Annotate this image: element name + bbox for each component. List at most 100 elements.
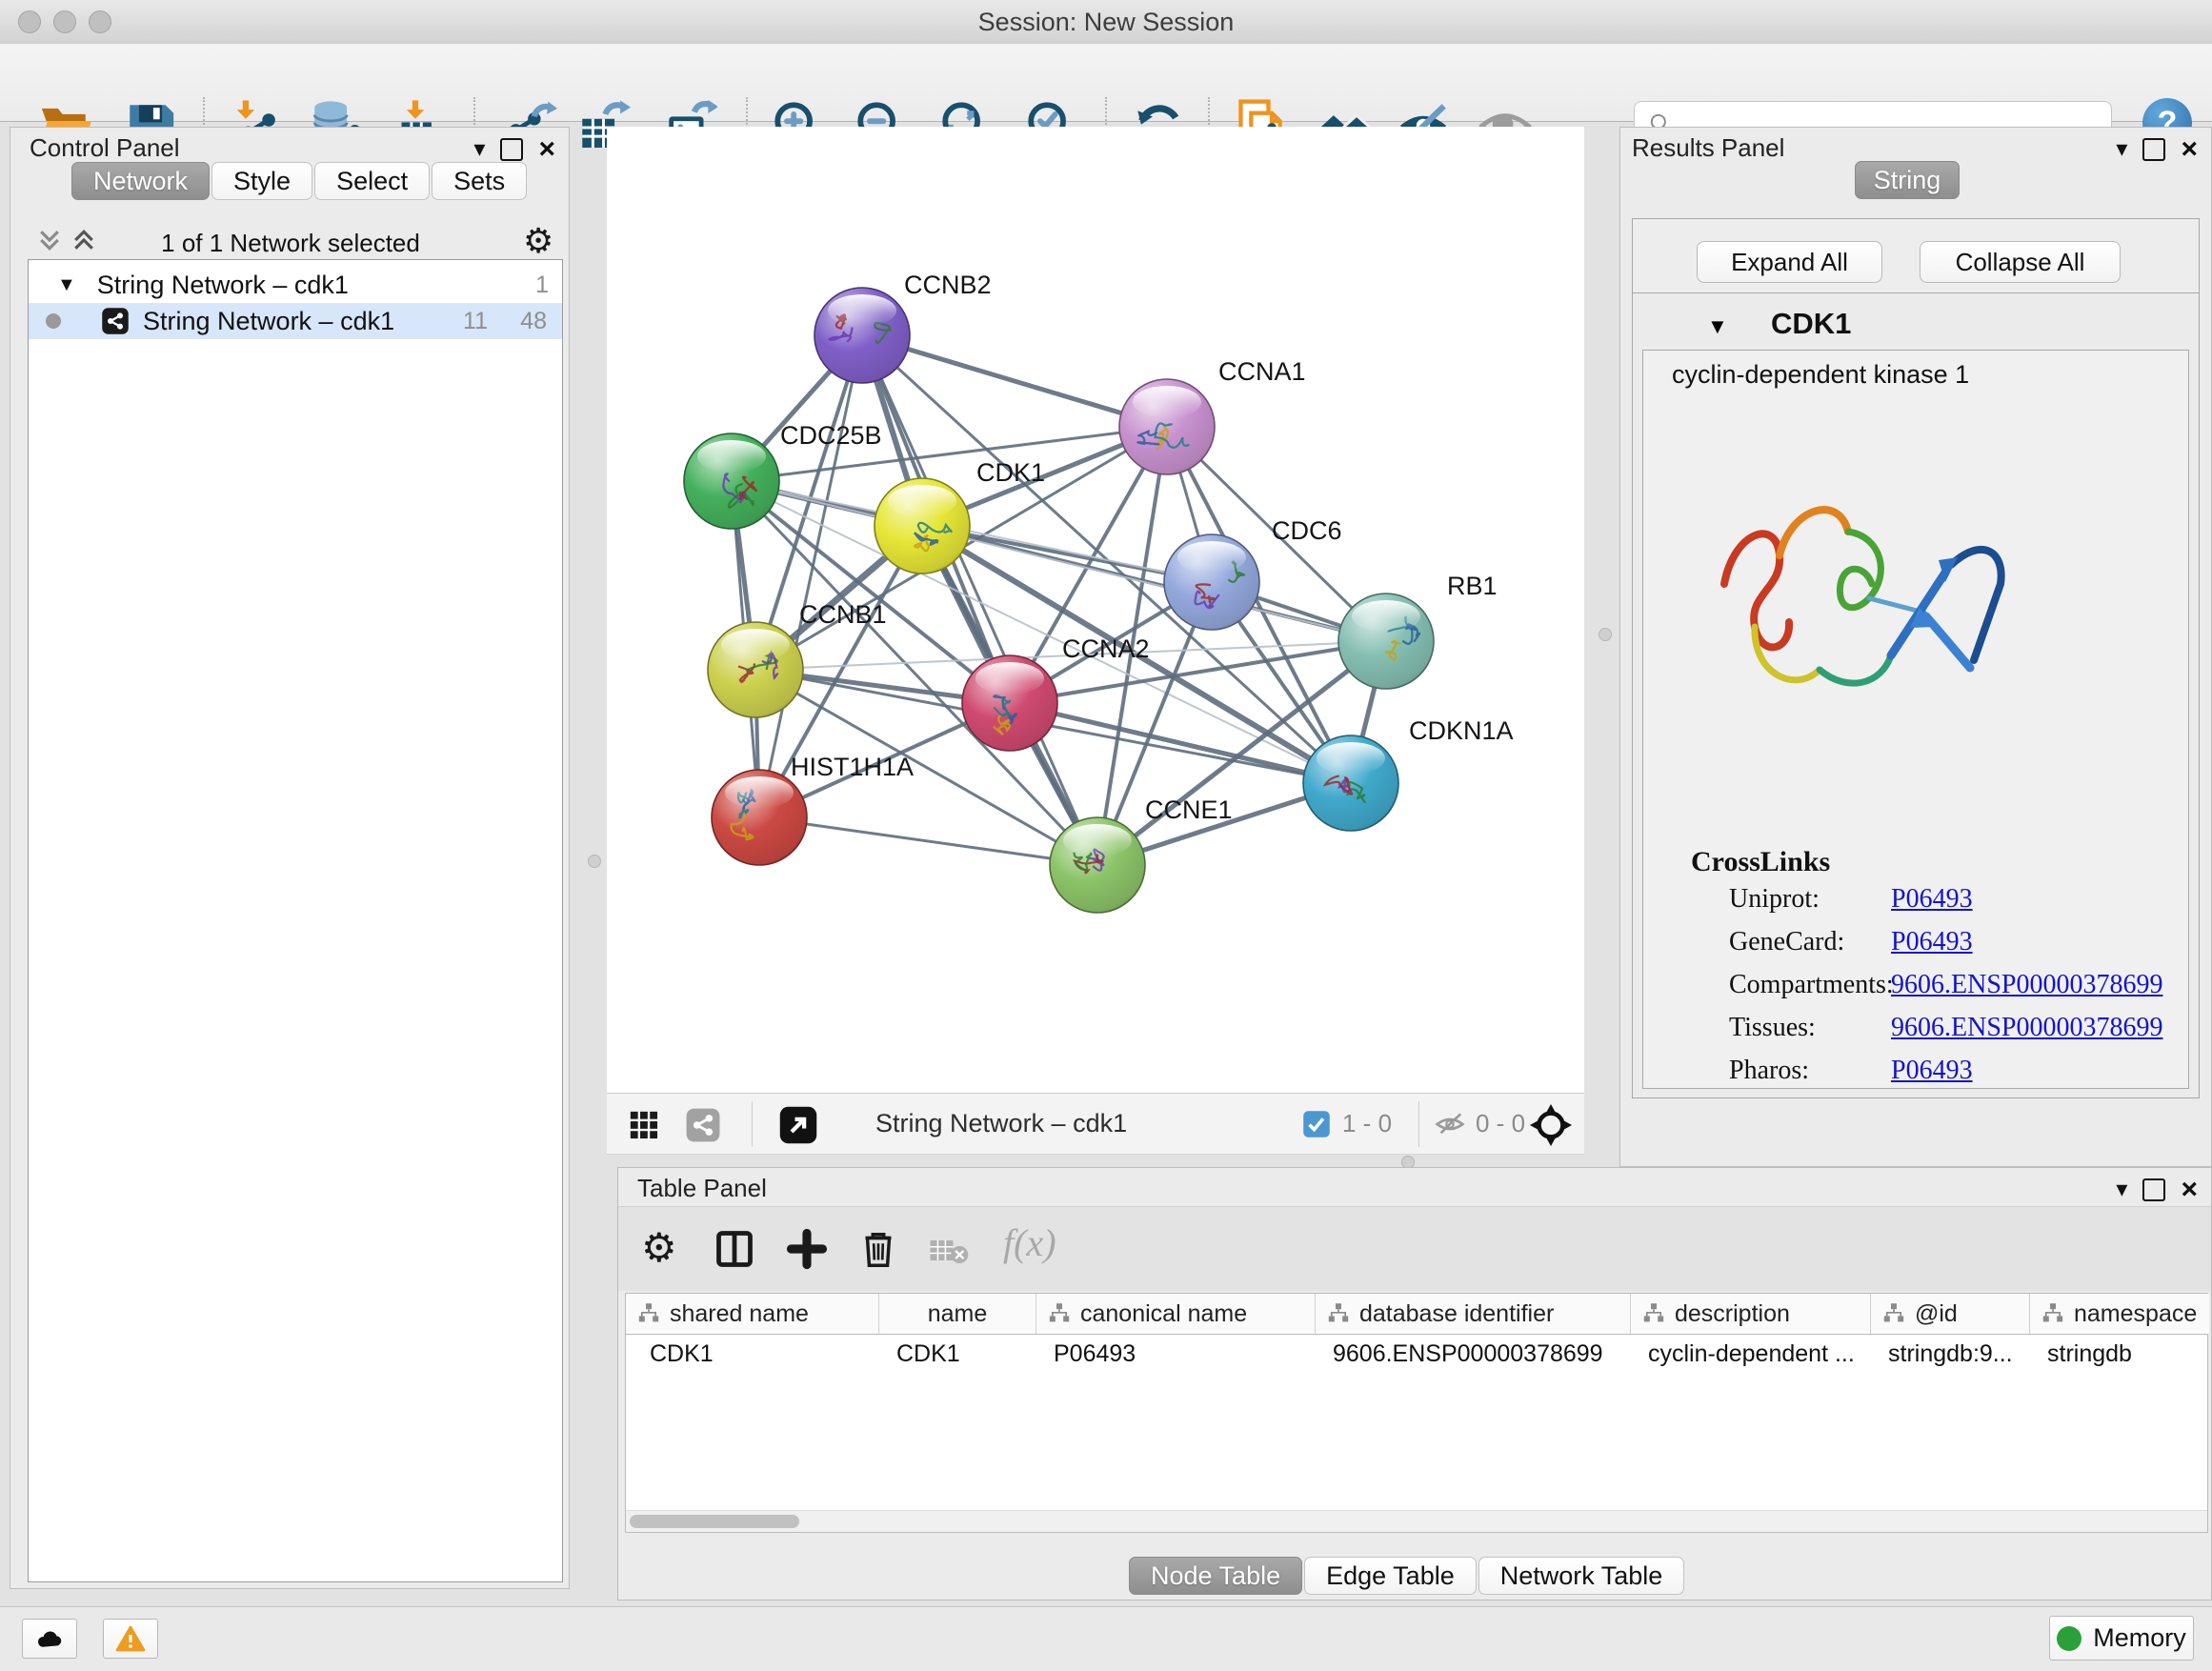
crosslink-value[interactable]: P06493 bbox=[1891, 884, 1973, 915]
network-node-CCNA2[interactable] bbox=[962, 655, 1057, 751]
column-header[interactable]: name bbox=[879, 1294, 1036, 1334]
left-splitter-handle[interactable] bbox=[588, 855, 601, 868]
memory-label: Memory bbox=[2093, 1623, 2186, 1653]
network-node-CCNA1[interactable] bbox=[1119, 379, 1215, 474]
cloud-button[interactable] bbox=[22, 1619, 77, 1659]
delete-column-icon[interactable] bbox=[856, 1226, 900, 1272]
horizontal-scrollbar[interactable] bbox=[626, 1510, 2207, 1532]
network-graph[interactable]: CCNB2CCNA1CDC25BCDK1CDC6RB1CCNB1CCNA2CDK… bbox=[607, 127, 1584, 1093]
edge-count: 48 bbox=[520, 308, 547, 335]
network-node-CCNB2[interactable] bbox=[814, 288, 910, 383]
table-cell[interactable]: P06493 bbox=[1036, 1335, 1316, 1373]
cloud-icon bbox=[35, 1626, 64, 1651]
node-label-CCNB2: CCNB2 bbox=[904, 271, 992, 299]
panel-close-icon[interactable]: × bbox=[2181, 1180, 2198, 1199]
tab-node-table[interactable]: Node Table bbox=[1129, 1557, 1302, 1595]
network-node-CDC6[interactable] bbox=[1164, 534, 1259, 630]
node-label-CCNB1: CCNB1 bbox=[799, 600, 887, 629]
network-view-toolbar: String Network – cdk1 1 - 0 0 - 0 bbox=[607, 1093, 1584, 1155]
results-panel: Results Panel ▾ × String Expand All Coll… bbox=[1619, 127, 2212, 1167]
network-canvas[interactable]: CCNB2CCNA1CDC25BCDK1CDC6RB1CCNB1CCNA2CDK… bbox=[607, 127, 1584, 1093]
network-edge[interactable] bbox=[759, 335, 862, 817]
network-row[interactable]: String Network – cdk1 11 48 bbox=[29, 303, 562, 339]
column-header[interactable]: description bbox=[1631, 1294, 1871, 1334]
network-node-CCNE1[interactable] bbox=[1050, 817, 1145, 913]
network-edge[interactable] bbox=[732, 481, 1212, 582]
panel-close-icon[interactable]: × bbox=[2181, 140, 2198, 159]
memory-button[interactable]: Memory bbox=[2049, 1616, 2194, 1661]
scrollbar-thumb[interactable] bbox=[630, 1515, 799, 1528]
node-count: 11 bbox=[463, 308, 488, 335]
fit-selected-crosshair-icon[interactable] bbox=[1529, 1103, 1573, 1147]
window-title: Session: New Session bbox=[0, 8, 2212, 37]
table-cell[interactable]: cyclin-dependent ... bbox=[1631, 1335, 1871, 1373]
crosslink-label: Compartments: bbox=[1729, 970, 1894, 999]
network-node-RB1[interactable] bbox=[1338, 594, 1434, 689]
show-columns-icon[interactable] bbox=[714, 1228, 755, 1270]
add-column-icon[interactable] bbox=[786, 1228, 828, 1270]
node-label-CDKN1A: CDKN1A bbox=[1409, 716, 1514, 745]
tab-edge-table[interactable]: Edge Table bbox=[1304, 1557, 1477, 1595]
delete-table-icon[interactable] bbox=[929, 1238, 969, 1266]
network-status-dot bbox=[46, 313, 61, 329]
network-node-CDC25B[interactable] bbox=[684, 433, 779, 529]
table-cell[interactable]: stringdb:9... bbox=[1871, 1335, 2030, 1373]
network-node-CCNB1[interactable] bbox=[708, 622, 803, 717]
network-node-HIST1H1A[interactable] bbox=[712, 770, 807, 865]
panel-menu-icon[interactable]: ▾ bbox=[473, 135, 485, 163]
column-header[interactable]: shared name bbox=[626, 1294, 879, 1334]
collection-disclosure-icon[interactable]: ▼ bbox=[57, 274, 76, 296]
selected-checkbox-icon[interactable] bbox=[1302, 1110, 1331, 1138]
table-cell[interactable]: CDK1 bbox=[879, 1335, 1036, 1373]
network-edge[interactable] bbox=[1010, 703, 1351, 783]
tab-style[interactable]: Style bbox=[211, 162, 312, 200]
node-label-CCNA1: CCNA1 bbox=[1218, 357, 1306, 386]
tab-sets[interactable]: Sets bbox=[432, 162, 527, 200]
column-type-icon bbox=[1327, 1302, 1350, 1325]
panel-menu-icon[interactable]: ▾ bbox=[2116, 1176, 2127, 1203]
warnings-button[interactable] bbox=[103, 1619, 158, 1659]
table-cell[interactable]: CDK1 bbox=[626, 1335, 879, 1373]
network-node-CDK1[interactable] bbox=[875, 478, 970, 574]
network-list-view-icon[interactable] bbox=[685, 1107, 721, 1143]
column-header[interactable]: database identifier bbox=[1316, 1294, 1631, 1334]
crosslink-value[interactable]: 9606.ENSP00000378699 bbox=[1891, 1013, 2162, 1043]
network-options-gear-icon[interactable]: ⚙ bbox=[523, 221, 553, 261]
crosslink-label: Pharos: bbox=[1729, 1056, 1809, 1085]
table-cell[interactable]: 9606.ENSP00000378699 bbox=[1316, 1335, 1631, 1373]
crosslink-value[interactable]: 9606.ENSP00000378699 bbox=[1891, 970, 2162, 1000]
crosslink-value[interactable]: P06493 bbox=[1891, 1056, 1973, 1086]
column-header[interactable]: namespace bbox=[2030, 1294, 2209, 1334]
panel-float-icon[interactable] bbox=[2142, 138, 2165, 161]
network-edge[interactable] bbox=[759, 817, 1097, 865]
panel-close-icon[interactable]: × bbox=[538, 140, 555, 159]
grid-view-icon[interactable] bbox=[628, 1109, 660, 1141]
expand-all-button[interactable]: Expand All bbox=[1697, 241, 1882, 283]
network-tree: ▼ String Network – cdk1 1 String Network… bbox=[28, 259, 563, 1582]
hidden-eye-icon[interactable] bbox=[1434, 1109, 1466, 1139]
right-splitter-handle[interactable] bbox=[1599, 628, 1612, 641]
network-node-CDKN1A[interactable] bbox=[1303, 735, 1398, 831]
column-header[interactable]: canonical name bbox=[1036, 1294, 1316, 1334]
function-builder-icon[interactable]: f(x) bbox=[1003, 1220, 1056, 1265]
panel-menu-icon[interactable]: ▾ bbox=[2116, 135, 2127, 163]
protein-disclosure-icon[interactable]: ▼ bbox=[1707, 314, 1728, 339]
tab-select[interactable]: Select bbox=[314, 162, 430, 200]
network-name: String Network – cdk1 bbox=[143, 307, 394, 336]
column-header[interactable]: @id bbox=[1871, 1294, 2030, 1334]
panel-float-icon[interactable] bbox=[2142, 1178, 2165, 1201]
tab-network-table[interactable]: Network Table bbox=[1478, 1557, 1685, 1595]
table-cell[interactable]: stringdb bbox=[2030, 1335, 2209, 1373]
crosslink-value[interactable]: P06493 bbox=[1891, 927, 1973, 957]
network-collection-row[interactable]: ▼ String Network – cdk1 1 bbox=[29, 267, 562, 303]
network-edge[interactable] bbox=[862, 335, 1097, 865]
table-options-gear-icon[interactable]: ⚙ bbox=[641, 1224, 677, 1271]
node-label-RB1: RB1 bbox=[1447, 572, 1498, 600]
node-label-CCNA2: CCNA2 bbox=[1062, 634, 1150, 663]
tab-string[interactable]: String bbox=[1855, 161, 1960, 199]
birds-eye-view-icon[interactable] bbox=[778, 1105, 818, 1145]
panel-float-icon[interactable] bbox=[500, 138, 523, 161]
collapse-all-button[interactable]: Collapse All bbox=[1920, 241, 2121, 283]
tab-network[interactable]: Network bbox=[71, 162, 210, 200]
table-row[interactable]: CDK1 CDK1 P06493 9606.ENSP00000378699 cy… bbox=[626, 1335, 2207, 1373]
